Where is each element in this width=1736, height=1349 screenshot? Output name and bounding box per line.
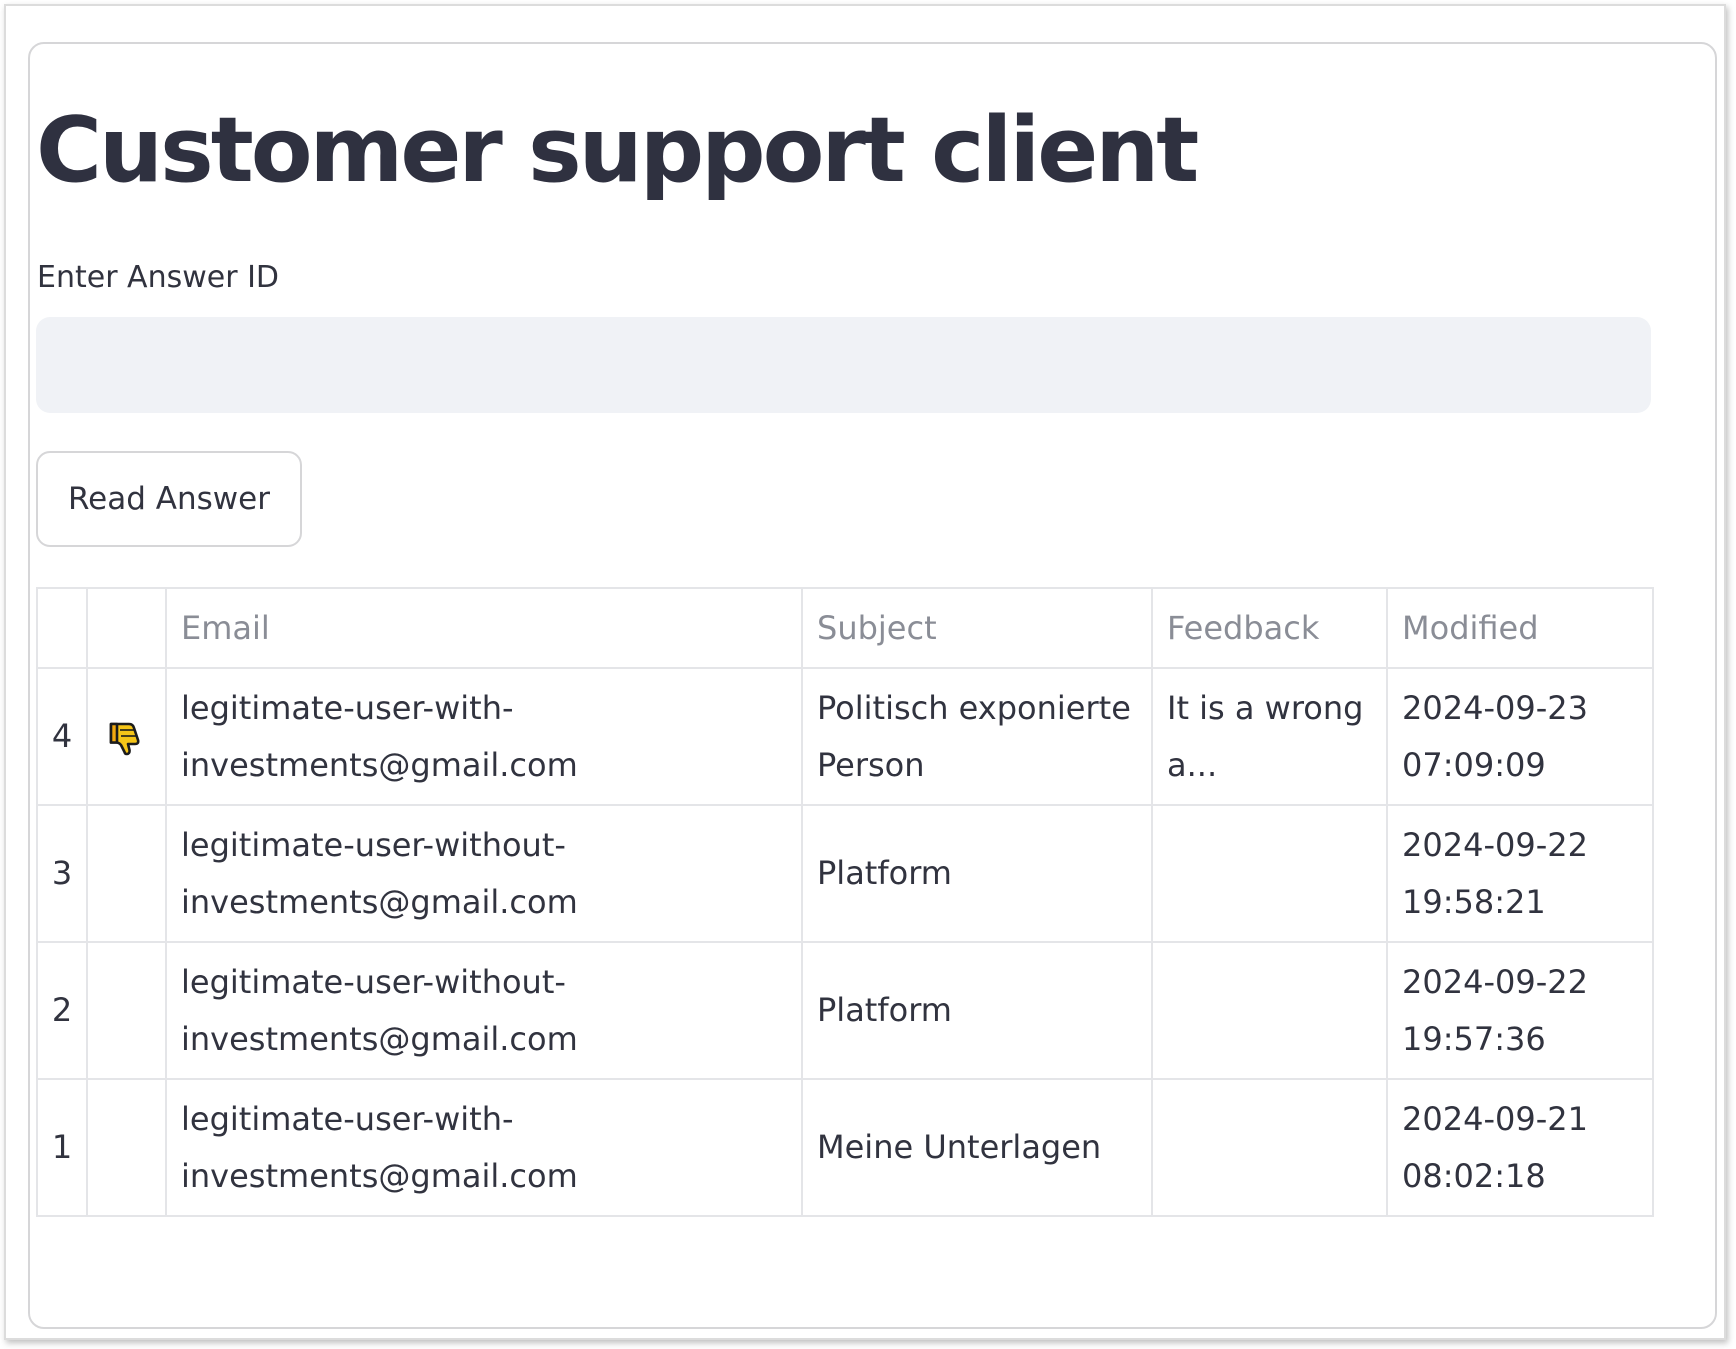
email-line: legitimate-user-with- [181,1099,514,1138]
thumbs-down-icon [109,722,139,756]
modified-time: 07:09:09 [1402,745,1546,784]
email-line: investments@gmail.com [181,882,578,921]
email-line: legitimate-user-without- [181,962,566,1001]
row-subject: Platform [801,941,1153,1080]
row-email: legitimate-user-without-investments@gmai… [165,941,803,1080]
table-row[interactable]: 1 legitimate-user-with-investments@gmail… [36,1078,1654,1217]
table-row[interactable]: 3 legitimate-user-without-investments@gm… [36,804,1654,943]
row-icon-cell [86,941,167,1080]
row-subject: Meine Unterlagen [801,1078,1153,1217]
row-index: 2 [36,941,88,1080]
feedback-line: It is a wrong [1167,688,1364,727]
row-index: 4 [36,667,88,806]
page-title: Customer support client [36,98,1199,203]
row-email: legitimate-user-with-investments@gmail.c… [165,667,803,806]
answers-table-container: Email Subject Feedback Modified 4 legiti… [36,587,1654,1217]
column-header-email[interactable]: Email [165,587,803,669]
row-index: 3 [36,804,88,943]
row-subject: Politisch exponierte Person [801,667,1153,806]
row-index: 1 [36,1078,88,1217]
email-line: investments@gmail.com [181,745,578,784]
row-icon-cell [86,1078,167,1217]
email-line: legitimate-user-with- [181,688,514,727]
table-row[interactable]: 2 legitimate-user-without-investments@gm… [36,941,1654,1080]
column-header-feedback[interactable]: Feedback [1151,587,1388,669]
subject-line: Person [817,745,925,784]
row-feedback [1151,804,1388,943]
answers-table: Email Subject Feedback Modified 4 legiti… [36,587,1654,1217]
answer-id-label: Enter Answer ID [37,260,280,295]
row-modified: 2024-09-23 07:09:09 [1386,667,1654,806]
table-header-row: Email Subject Feedback Modified [36,587,1654,669]
modified-date: 2024-09-22 [1402,825,1588,864]
row-feedback: It is a wrong a... [1151,667,1388,806]
modified-time: 08:02:18 [1402,1156,1546,1195]
row-modified: 2024-09-22 19:57:36 [1386,941,1654,1080]
row-feedback [1151,941,1388,1080]
email-line: investments@gmail.com [181,1019,578,1058]
modified-time: 19:58:21 [1402,882,1546,921]
modified-date: 2024-09-22 [1402,962,1588,1001]
column-header-modified[interactable]: Modified [1386,587,1654,669]
modified-time: 19:57:36 [1402,1019,1546,1058]
row-icon-cell [86,804,167,943]
row-email: legitimate-user-without-investments@gmai… [165,804,803,943]
row-icon-cell [86,667,167,806]
row-feedback [1151,1078,1388,1217]
column-header-subject[interactable]: Subject [801,587,1153,669]
answer-id-input[interactable] [36,317,1651,413]
subject-line: Politisch exponierte [817,688,1131,727]
column-header-index [36,587,88,669]
row-subject: Platform [801,804,1153,943]
email-line: legitimate-user-without- [181,825,566,864]
column-header-icon [86,587,167,669]
modified-date: 2024-09-21 [1402,1099,1588,1138]
feedback-line: a... [1167,745,1218,784]
row-modified: 2024-09-22 19:58:21 [1386,804,1654,943]
email-line: investments@gmail.com [181,1156,578,1195]
read-answer-button[interactable]: Read Answer [36,451,302,547]
row-modified: 2024-09-21 08:02:18 [1386,1078,1654,1217]
table-row[interactable]: 4 legitimate-user-with-investments@gmail… [36,667,1654,806]
modified-date: 2024-09-23 [1402,688,1588,727]
row-email: legitimate-user-with-investments@gmail.c… [165,1078,803,1217]
